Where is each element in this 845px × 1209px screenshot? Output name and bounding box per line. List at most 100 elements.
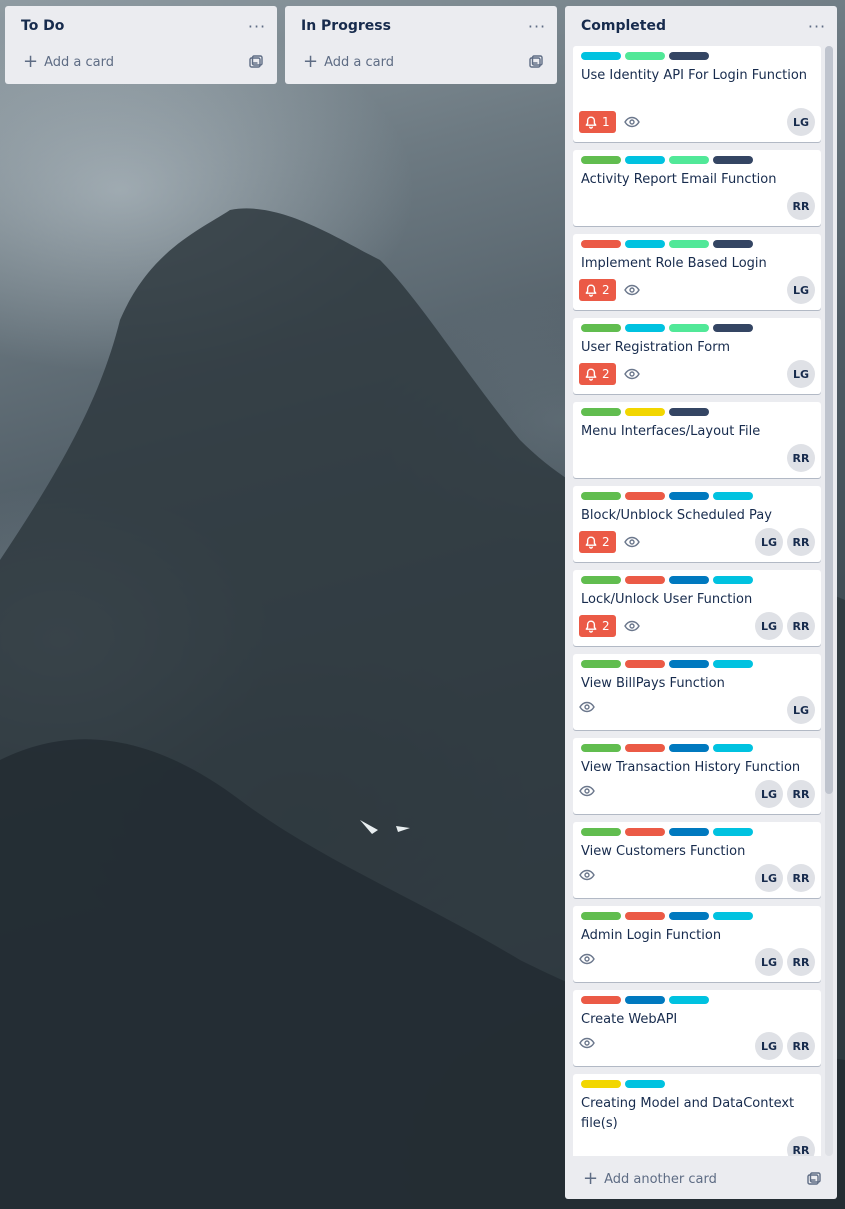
notification-badge[interactable]: 2 <box>579 615 616 637</box>
member-avatar[interactable]: RR <box>787 612 815 640</box>
card[interactable]: Implement Role Based Login 2 LG <box>573 234 821 310</box>
card-label-green[interactable] <box>581 744 621 752</box>
card-template-icon[interactable] <box>249 55 263 69</box>
member-avatar[interactable]: RR <box>787 780 815 808</box>
card[interactable]: Menu Interfaces/Layout File RR <box>573 402 821 478</box>
card-label-navy[interactable] <box>669 408 709 416</box>
card-labels <box>581 828 753 836</box>
list-menu-icon[interactable]: ··· <box>525 17 549 36</box>
list-menu-icon[interactable]: ··· <box>245 17 269 36</box>
member-avatar[interactable]: LG <box>755 612 783 640</box>
card-label-green[interactable] <box>581 156 621 164</box>
card-label-navy[interactable] <box>713 324 753 332</box>
card-label-green[interactable] <box>581 408 621 416</box>
card-label-navy[interactable] <box>713 240 753 248</box>
member-avatar[interactable]: LG <box>755 780 783 808</box>
card-label-green[interactable] <box>581 492 621 500</box>
member-avatar[interactable]: LG <box>755 1032 783 1060</box>
card[interactable]: User Registration Form 2 LG <box>573 318 821 394</box>
add-card-button[interactable]: + Add a card <box>293 46 549 78</box>
card[interactable]: Create WebAPI LG RR <box>573 990 821 1066</box>
list-menu-icon[interactable]: ··· <box>805 17 829 36</box>
card[interactable]: View Transaction History Function LG RR <box>573 738 821 814</box>
card-label-lime[interactable] <box>669 324 709 332</box>
notification-badge[interactable]: 1 <box>579 111 616 133</box>
card-label-sky[interactable] <box>625 240 665 248</box>
card-label-blue[interactable] <box>669 576 709 584</box>
card-label-blue[interactable] <box>669 492 709 500</box>
card-label-red[interactable] <box>581 240 621 248</box>
card-label-green[interactable] <box>581 324 621 332</box>
card-label-blue[interactable] <box>669 660 709 668</box>
member-avatar[interactable]: LG <box>787 360 815 388</box>
member-avatar[interactable]: LG <box>755 948 783 976</box>
member-avatar[interactable]: RR <box>787 1136 815 1156</box>
list-title[interactable]: To Do <box>21 18 64 34</box>
member-avatar[interactable]: RR <box>787 1032 815 1060</box>
member-avatar[interactable]: LG <box>755 864 783 892</box>
card-label-lime[interactable] <box>669 156 709 164</box>
card-label-sky[interactable] <box>713 576 753 584</box>
card-template-icon[interactable] <box>807 1172 821 1186</box>
member-avatar[interactable]: RR <box>787 444 815 472</box>
card-label-green[interactable] <box>581 828 621 836</box>
card-label-sky[interactable] <box>625 156 665 164</box>
card[interactable]: Admin Login Function LG RR <box>573 906 821 982</box>
member-avatar[interactable]: LG <box>755 528 783 556</box>
card-label-yellow[interactable] <box>581 1080 621 1088</box>
card-label-sky[interactable] <box>669 996 709 1004</box>
card-label-blue[interactable] <box>625 996 665 1004</box>
card-label-green[interactable] <box>581 576 621 584</box>
card-label-lime[interactable] <box>669 240 709 248</box>
list-title[interactable]: Completed <box>581 18 666 34</box>
card[interactable]: Lock/Unlock User Function 2 LG RR <box>573 570 821 646</box>
card-label-sky[interactable] <box>713 660 753 668</box>
card-label-red[interactable] <box>625 912 665 920</box>
member-avatar[interactable]: LG <box>787 108 815 136</box>
list-title[interactable]: In Progress <box>301 18 391 34</box>
notification-badge[interactable]: 2 <box>579 363 616 385</box>
member-avatar[interactable]: RR <box>787 864 815 892</box>
card[interactable]: Block/Unblock Scheduled Pay 2 LG RR <box>573 486 821 562</box>
card-label-sky[interactable] <box>713 828 753 836</box>
card-template-icon[interactable] <box>529 55 543 69</box>
card-label-blue[interactable] <box>669 912 709 920</box>
notification-badge[interactable]: 2 <box>579 531 616 553</box>
card[interactable]: Use Identity API For Login Function 1 LG <box>573 46 821 142</box>
member-avatar[interactable]: LG <box>787 696 815 724</box>
card[interactable]: View BillPays Function LG <box>573 654 821 730</box>
card-label-sky[interactable] <box>713 492 753 500</box>
card-label-red[interactable] <box>625 744 665 752</box>
card-label-sky[interactable] <box>581 52 621 60</box>
card-label-red[interactable] <box>625 492 665 500</box>
add-another-card-button[interactable]: + Add another card <box>573 1163 829 1195</box>
card-label-navy[interactable] <box>669 52 709 60</box>
card-label-sky[interactable] <box>625 324 665 332</box>
scrollbar-thumb[interactable] <box>825 46 833 794</box>
card-label-blue[interactable] <box>669 828 709 836</box>
member-avatar[interactable]: RR <box>787 192 815 220</box>
plus-icon: + <box>303 51 319 72</box>
add-card-button[interactable]: + Add a card <box>13 46 269 78</box>
member-avatar[interactable]: RR <box>787 528 815 556</box>
notification-badge[interactable]: 2 <box>579 279 616 301</box>
member-avatar[interactable]: RR <box>787 948 815 976</box>
card[interactable]: Creating Model and DataContext file(s) RR <box>573 1074 821 1156</box>
card-label-sky[interactable] <box>713 912 753 920</box>
card[interactable]: View Customers Function LG RR <box>573 822 821 898</box>
card-label-red[interactable] <box>625 660 665 668</box>
card-label-sky[interactable] <box>713 744 753 752</box>
card[interactable]: Activity Report Email Function RR <box>573 150 821 226</box>
card-label-green[interactable] <box>581 912 621 920</box>
card-label-sky[interactable] <box>625 1080 665 1088</box>
card-label-navy[interactable] <box>713 156 753 164</box>
card-label-yellow[interactable] <box>625 408 665 416</box>
member-avatar[interactable]: LG <box>787 276 815 304</box>
scrollbar[interactable] <box>825 46 833 1156</box>
card-label-blue[interactable] <box>669 744 709 752</box>
card-label-red[interactable] <box>625 576 665 584</box>
card-label-green[interactable] <box>581 660 621 668</box>
card-label-red[interactable] <box>581 996 621 1004</box>
card-label-red[interactable] <box>625 828 665 836</box>
card-label-lime[interactable] <box>625 52 665 60</box>
